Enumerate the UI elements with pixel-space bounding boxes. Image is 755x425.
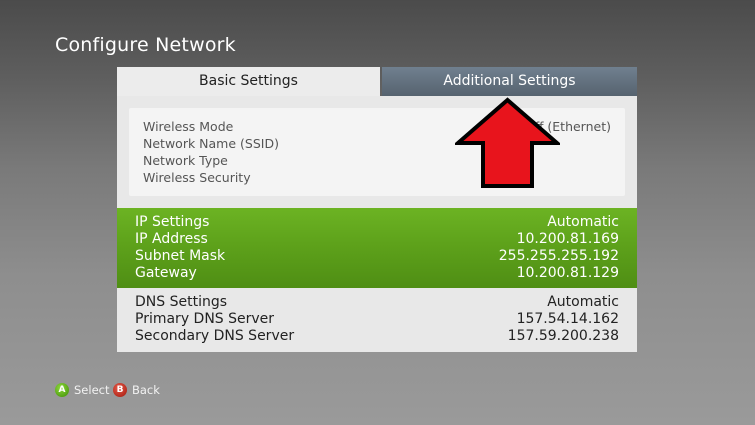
dns-settings-label: DNS Settings — [135, 294, 228, 310]
red-up-arrow-icon — [455, 97, 560, 188]
select-hint[interactable]: A Select — [55, 382, 109, 398]
wireless-security-label: Wireless Security — [143, 170, 251, 185]
primary-dns-row: Primary DNS Server 157.54.14.162 — [135, 311, 619, 328]
tab-additional-settings[interactable]: Additional Settings — [382, 67, 637, 96]
secondary-dns-label: Secondary DNS Server — [135, 328, 295, 344]
tab-basic-settings[interactable]: Basic Settings — [117, 67, 380, 96]
ip-address-row: IP Address 10.200.81.169 — [135, 231, 619, 248]
back-hint[interactable]: B Back — [113, 382, 160, 398]
subnet-mask-label: Subnet Mask — [135, 248, 226, 264]
gateway-label: Gateway — [135, 265, 197, 281]
ip-address-value: 10.200.81.169 — [516, 231, 619, 247]
ip-address-label: IP Address — [135, 231, 208, 247]
wireless-mode-label: Wireless Mode — [143, 119, 234, 134]
subnet-mask-value: 255.255.255.192 — [498, 248, 619, 264]
primary-dns-label: Primary DNS Server — [135, 311, 275, 327]
network-name-label: Network Name (SSID) — [143, 136, 279, 151]
back-hint-label: Back — [132, 383, 160, 397]
ip-settings-row: IP Settings Automatic — [135, 214, 619, 231]
gateway-value: 10.200.81.129 — [516, 265, 619, 281]
select-hint-label: Select — [74, 383, 110, 397]
gateway-row: Gateway 10.200.81.129 — [135, 265, 619, 282]
page-title: Configure Network — [55, 34, 236, 56]
ip-settings-label: IP Settings — [135, 214, 210, 230]
ip-settings-value: Automatic — [547, 214, 619, 230]
dns-settings-row: DNS Settings Automatic — [135, 294, 619, 311]
a-button-icon: A — [55, 382, 69, 397]
subnet-mask-row: Subnet Mask 255.255.255.192 — [135, 248, 619, 265]
ip-settings-group[interactable]: IP Settings Automatic IP Address 10.200.… — [117, 208, 637, 288]
dns-settings-value: Automatic — [547, 294, 619, 310]
b-button-icon: B — [113, 382, 127, 397]
secondary-dns-row: Secondary DNS Server 157.59.200.238 — [135, 328, 619, 345]
secondary-dns-value: 157.59.200.238 — [507, 328, 619, 344]
primary-dns-value: 157.54.14.162 — [516, 311, 619, 327]
network-type-label: Network Type — [143, 153, 228, 168]
